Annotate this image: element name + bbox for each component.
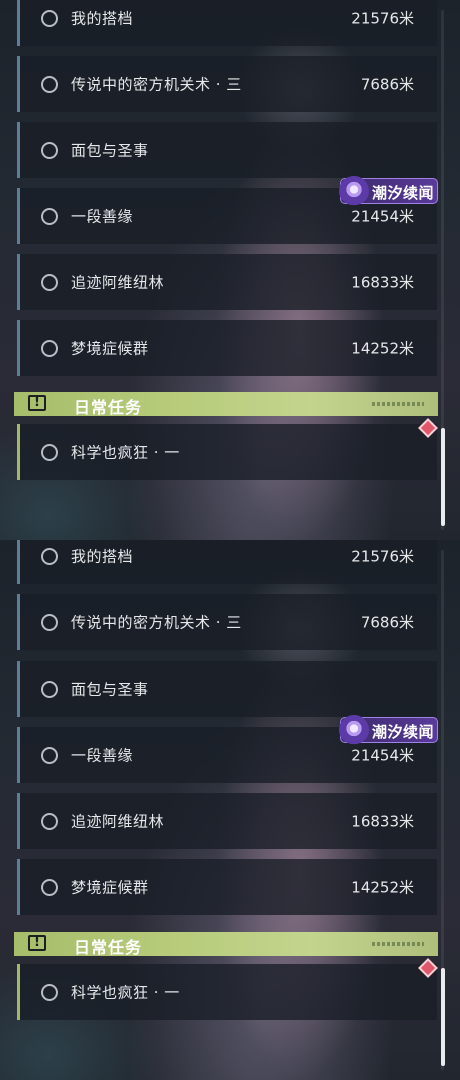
- quest-distance: 16833米: [351, 273, 414, 292]
- quest-title: 追迹阿维纽林: [71, 812, 165, 831]
- quest-row[interactable]: 我的搭档 21576米: [17, 540, 437, 584]
- section-title: 日常任务: [74, 398, 143, 417]
- radio-icon[interactable]: [41, 747, 58, 764]
- quest-row[interactable]: 我的搭档 21576米: [17, 0, 437, 46]
- quest-distance: 7686米: [360, 613, 414, 632]
- quest-title: 我的搭档: [71, 9, 134, 28]
- radio-icon[interactable]: [41, 10, 58, 27]
- quest-title: 追迹阿维纽林: [71, 273, 165, 292]
- quest-title: 传说中的密方机关术 · 三: [71, 613, 242, 632]
- quest-row[interactable]: 传说中的密方机关术 · 三 7686米: [17, 594, 437, 650]
- quest-distance: 21576米: [351, 547, 414, 566]
- tide-story-badge: 潮汐续闻: [339, 715, 438, 745]
- radio-icon[interactable]: [41, 614, 58, 631]
- quest-row[interactable]: 追迹阿维纽林 16833米: [17, 793, 437, 849]
- quest-title: 梦境症候群: [71, 878, 149, 897]
- radio-icon[interactable]: [41, 340, 58, 357]
- quest-title: 科学也疯狂 · 一: [71, 443, 180, 462]
- radio-icon[interactable]: [41, 444, 58, 461]
- badge-label: 潮汐续闻: [372, 723, 435, 741]
- radio-icon[interactable]: [41, 142, 58, 159]
- daily-quests-header[interactable]: ! 日常任务: [14, 932, 438, 957]
- radio-icon[interactable]: [41, 274, 58, 291]
- quest-title: 梦境症候群: [71, 339, 149, 358]
- quest-title: 面包与圣事: [71, 141, 149, 160]
- quest-title: 我的搭档: [71, 547, 134, 566]
- quest-title: 一段善缘: [71, 207, 134, 226]
- daily-quest-row[interactable]: 科学也疯狂 · 一: [17, 424, 437, 480]
- tide-story-badge: 潮汐续闻: [339, 176, 438, 206]
- radio-icon[interactable]: [41, 76, 58, 93]
- scrollbar-thumb[interactable]: [441, 428, 445, 526]
- quest-row[interactable]: 追迹阿维纽林 16833米: [17, 254, 437, 310]
- quest-row[interactable]: 梦境症候群 14252米: [17, 859, 437, 915]
- quest-title: 科学也疯狂 · 一: [71, 983, 180, 1002]
- daily-quest-row[interactable]: 科学也疯狂 · 一: [17, 964, 437, 1020]
- radio-icon[interactable]: [41, 208, 58, 225]
- quest-distance: 14252米: [351, 878, 414, 897]
- quest-distance: 21454米: [351, 207, 414, 226]
- tide-story-icon: [339, 176, 369, 206]
- header-decoration: [372, 942, 424, 946]
- quest-panel-bottom: 我的搭档 21576米 传说中的密方机关术 · 三 7686米 面包与圣事 一段…: [0, 540, 460, 1080]
- quest-row[interactable]: 梦境症候群 14252米: [17, 320, 437, 376]
- tide-story-icon: [339, 715, 369, 745]
- radio-icon[interactable]: [41, 984, 58, 1001]
- header-decoration: [372, 402, 424, 406]
- quest-list-screen: 我的搭档 21576米 传说中的密方机关术 · 三 7686米 面包与圣事 一段…: [0, 0, 460, 1080]
- warning-icon: !: [28, 935, 46, 951]
- radio-icon[interactable]: [41, 681, 58, 698]
- radio-icon[interactable]: [41, 548, 58, 565]
- daily-quests-header[interactable]: ! 日常任务: [14, 392, 438, 417]
- scrollbar-thumb[interactable]: [441, 968, 445, 1066]
- quest-row[interactable]: 面包与圣事: [17, 661, 437, 717]
- warning-icon: !: [28, 395, 46, 411]
- badge-label: 潮汐续闻: [372, 184, 435, 202]
- quest-distance: 16833米: [351, 812, 414, 831]
- quest-row[interactable]: 面包与圣事: [17, 122, 437, 178]
- section-title: 日常任务: [74, 938, 143, 957]
- quest-distance: 21576米: [351, 9, 414, 28]
- radio-icon[interactable]: [41, 879, 58, 896]
- quest-distance: 21454米: [351, 746, 414, 765]
- quest-title: 一段善缘: [71, 746, 134, 765]
- radio-icon[interactable]: [41, 813, 58, 830]
- quest-panel-top: 我的搭档 21576米 传说中的密方机关术 · 三 7686米 面包与圣事 一段…: [0, 0, 460, 540]
- quest-title: 面包与圣事: [71, 680, 149, 699]
- quest-distance: 14252米: [351, 339, 414, 358]
- quest-row[interactable]: 传说中的密方机关术 · 三 7686米: [17, 56, 437, 112]
- quest-title: 传说中的密方机关术 · 三: [71, 75, 242, 94]
- quest-distance: 7686米: [360, 75, 414, 94]
